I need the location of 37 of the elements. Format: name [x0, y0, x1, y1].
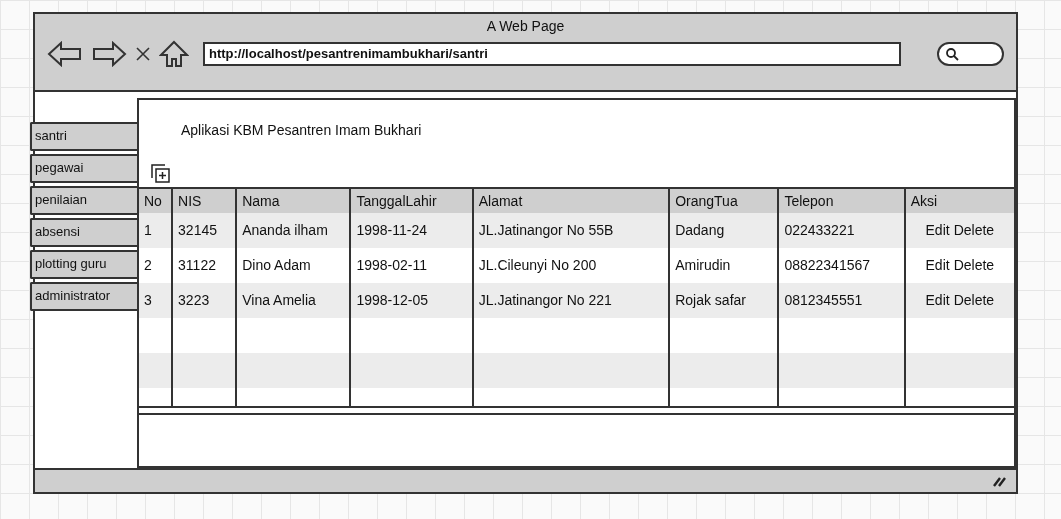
action-link[interactable]: Delete: [953, 292, 995, 309]
sidebar-tab[interactable]: santri: [30, 121, 137, 151]
table-cell: Rojak safar: [669, 282, 779, 318]
column-header: Telepon: [778, 187, 905, 213]
action-link[interactable]: Delete: [953, 222, 995, 239]
table-cell: JL.Jatinangor No 55B: [472, 212, 670, 248]
window-title: A Web Page: [485, 18, 566, 34]
action-link[interactable]: Edit: [925, 257, 950, 274]
sidebar-tab[interactable]: plotting guru: [30, 249, 137, 279]
sidebar-tab[interactable]: penilaian: [30, 185, 137, 215]
column-header: NIS: [172, 187, 237, 213]
column-header: No: [139, 187, 173, 213]
column-header: Nama: [236, 187, 351, 213]
table-cell: 1998-11-24: [350, 212, 473, 248]
sidebar-tab[interactable]: administrator: [30, 281, 137, 311]
sidebar-tab[interactable]: absensi: [30, 217, 137, 247]
table-cell: 022433221: [778, 212, 905, 248]
app-title: Aplikasi KBM Pesantren Imam Bukhari: [180, 120, 423, 140]
table-cell: 2: [139, 247, 173, 283]
address-field[interactable]: http://localhost/pesantrenimambukhari/santri: [203, 42, 902, 66]
action-link[interactable]: Edit: [925, 222, 950, 239]
table-cell: 3: [139, 282, 173, 318]
column-header: TanggalLahir: [350, 187, 473, 213]
table-cell: Dadang: [669, 212, 779, 248]
table-cell: JL.Jatinangor No 221: [472, 282, 670, 318]
sidebar-tab[interactable]: pegawai: [30, 153, 137, 183]
table-cell: Ananda ilham: [236, 212, 351, 248]
action-link[interactable]: Edit: [925, 292, 950, 309]
table-cell: 3223: [172, 282, 237, 318]
column-header: Aksi: [904, 187, 1014, 213]
table-cell: 32145: [172, 212, 237, 248]
table-cell: Vina Amelia: [236, 282, 351, 318]
action-link[interactable]: Delete: [953, 257, 995, 274]
column-header: Alamat: [472, 187, 670, 213]
table-cell: 0812345551: [778, 282, 905, 318]
table-cell: 1998-12-05: [350, 282, 473, 318]
column-header: OrangTua: [669, 187, 779, 213]
